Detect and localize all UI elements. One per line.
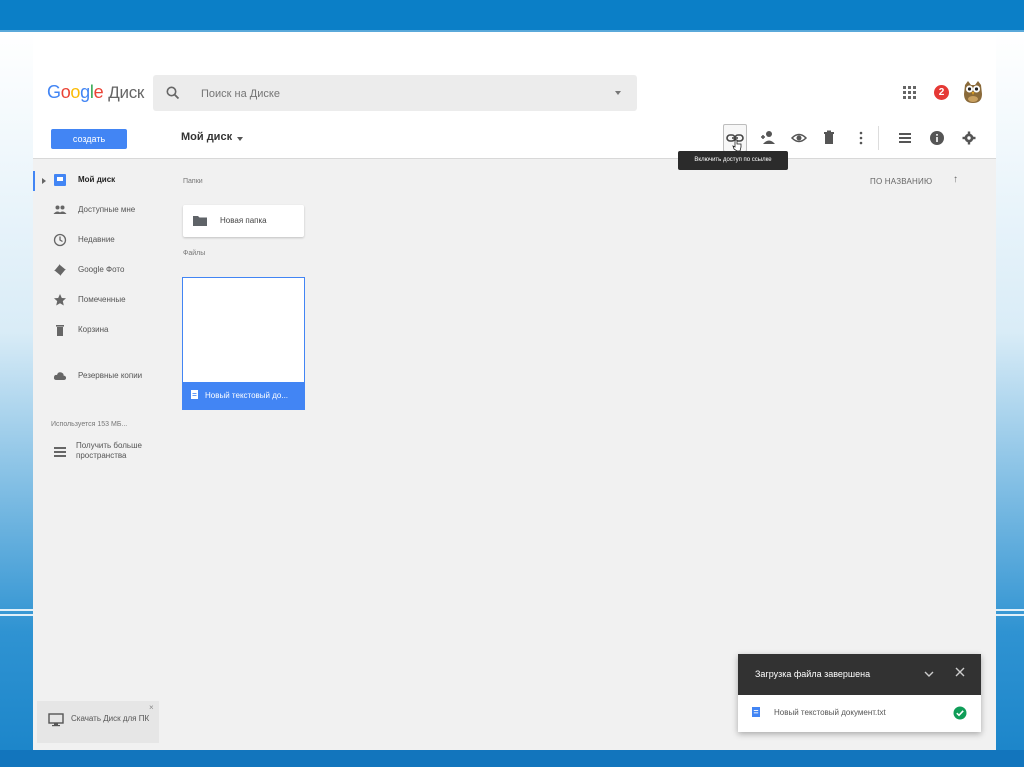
file-item[interactable]: Новый текстовый до...: [182, 277, 305, 410]
logo-letter: G: [47, 82, 61, 102]
share-person-icon: [761, 131, 775, 144]
storage-usage[interactable]: Используется 153 МБ...: [51, 421, 127, 428]
sidebar-item-label: Корзина: [78, 325, 109, 334]
shared-people-icon: [53, 205, 67, 214]
list-view-button[interactable]: [895, 128, 915, 148]
folders-section-label: Папки: [183, 178, 203, 185]
uploaded-file-name: Новый текстовый документ.txt: [774, 708, 886, 717]
search-icon[interactable]: [165, 85, 181, 101]
preview-button[interactable]: [789, 128, 809, 148]
toolbar: создать Мой диск: [33, 118, 996, 159]
sidebar-item-label: Помеченные: [78, 295, 126, 304]
close-icon[interactable]: [954, 666, 966, 678]
notification-badge[interactable]: 2: [934, 85, 949, 100]
trash-icon: [824, 130, 834, 144]
sidebar-item-starred[interactable]: Помеченные: [33, 291, 165, 311]
sidebar-item-backups[interactable]: Резервные копии: [33, 367, 165, 387]
sidebar-item-trash[interactable]: Корзина: [33, 321, 165, 341]
avatar[interactable]: [962, 80, 984, 104]
folder-icon: [193, 216, 207, 226]
product-name: Диск: [108, 83, 145, 102]
sidebar-item-label: Недавние: [78, 235, 115, 244]
sort-by-name-button[interactable]: ПО НАЗВАНИЮ: [870, 177, 932, 186]
text-file-icon: [191, 390, 198, 399]
delete-button[interactable]: [819, 128, 839, 148]
apps-grid-icon[interactable]: [903, 86, 916, 99]
expand-arrow-icon[interactable]: [42, 178, 46, 184]
file-name: Новый текстовый до...: [205, 391, 289, 400]
text-file-icon: [752, 707, 760, 717]
sidebar-item-recent[interactable]: Недавние: [33, 231, 165, 251]
slide-bottom-band: [0, 750, 1024, 767]
get-more-storage-link[interactable]: Получить больше пространства: [51, 441, 161, 469]
slide-left-band: [0, 32, 33, 767]
photos-icon: [54, 264, 66, 276]
star-icon: [54, 294, 66, 306]
info-icon: [930, 131, 944, 145]
list-view-icon: [899, 133, 911, 143]
sidebar-item-label: Google Фото: [78, 265, 125, 274]
search-options-chevron-icon[interactable]: [615, 91, 621, 95]
slide-left-lines: [0, 606, 33, 624]
sidebar-item-label: Доступные мне: [78, 205, 136, 214]
header: GoogleДиск 2: [33, 68, 996, 118]
file-thumbnail: [183, 278, 304, 382]
drive-app: GoogleДиск 2 создать Мой диск: [33, 68, 996, 750]
slide-right-lines: [996, 606, 1024, 624]
download-desktop-banner[interactable]: Скачать Диск для ПК ×: [37, 701, 159, 743]
sidebar-item-label: Резервные копии: [78, 371, 143, 380]
share-button[interactable]: [758, 128, 778, 148]
get-link-tooltip: Включить доступ по ссылке: [678, 151, 788, 170]
sort-direction-arrow-icon[interactable]: ↑: [953, 174, 958, 185]
search-input[interactable]: [199, 83, 583, 105]
download-desktop-label: Скачать Диск для ПК: [71, 714, 150, 723]
slide-top-band: [0, 0, 1024, 30]
active-indicator: [33, 171, 35, 191]
files-section-label: Файлы: [183, 250, 206, 257]
get-link-button[interactable]: [723, 124, 747, 152]
storage-list-icon: [54, 447, 66, 457]
my-drive-icon: [54, 174, 66, 186]
slide-top-line: [0, 30, 1024, 32]
breadcrumb-chevron-down-icon[interactable]: [237, 137, 243, 141]
desktop-monitor-icon: [48, 713, 64, 727]
toolbar-divider: [878, 126, 879, 150]
sidebar: Мой диск Доступные мне Недавние Google Ф…: [33, 159, 165, 750]
chevron-down-icon[interactable]: [924, 669, 934, 679]
search-box[interactable]: [153, 75, 637, 111]
file-caption: Новый текстовый до...: [183, 382, 304, 409]
breadcrumb[interactable]: Мой диск: [181, 131, 232, 143]
drive-logo[interactable]: Google Диск: [47, 82, 144, 103]
sidebar-item-my-drive[interactable]: Мой диск: [33, 171, 165, 191]
sidebar-item-photos[interactable]: Google Фото: [33, 261, 165, 281]
sidebar-item-label: Мой диск: [78, 175, 116, 184]
upload-status-panel: Загрузка файла завершена Новый текстовый…: [738, 654, 981, 732]
sidebar-item-shared[interactable]: Доступные мне: [33, 201, 165, 221]
settings-button[interactable]: [959, 128, 979, 148]
upload-panel-header: Загрузка файла завершена: [738, 654, 981, 695]
logo-letter: e: [93, 82, 104, 102]
upload-panel-title: Загрузка файла завершена: [755, 669, 871, 679]
details-button[interactable]: [927, 128, 947, 148]
settings-gear-icon: [962, 131, 976, 145]
get-more-storage-label: Получить больше пространства: [76, 441, 142, 460]
clock-icon: [53, 233, 67, 247]
cloud-icon: [53, 372, 67, 380]
close-icon[interactable]: ×: [149, 703, 154, 712]
slide-right-band: [996, 32, 1024, 767]
folder-item[interactable]: Новая папка: [183, 205, 304, 237]
logo-letter: o: [70, 82, 81, 102]
upload-file-row[interactable]: Новый текстовый документ.txt: [738, 695, 981, 732]
more-vert-icon: [859, 131, 863, 145]
check-circle-icon: [953, 706, 967, 720]
preview-eye-icon: [790, 133, 808, 143]
folder-name: Новая папка: [220, 216, 267, 225]
create-button[interactable]: создать: [51, 129, 127, 149]
logo-letter: g: [80, 82, 90, 102]
more-actions-button[interactable]: [851, 128, 871, 148]
logo-letter: o: [60, 82, 71, 102]
trash-icon: [56, 325, 64, 336]
